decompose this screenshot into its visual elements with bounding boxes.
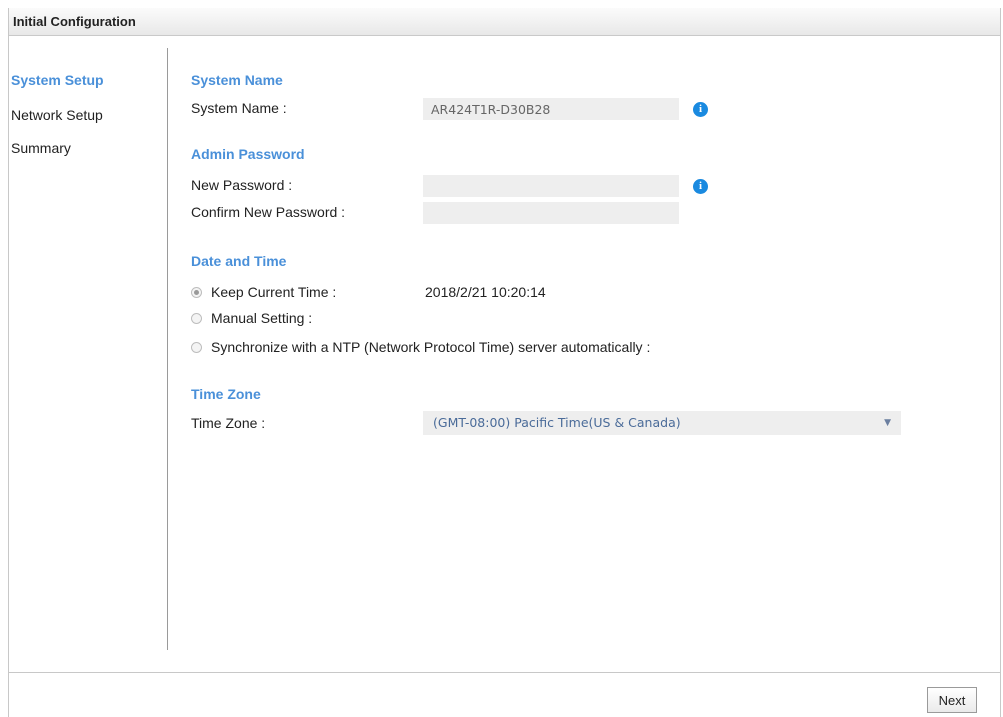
keep-current-time-label: Keep Current Time : — [211, 284, 337, 300]
confirm-password-field[interactable] — [423, 202, 679, 224]
sidebar-item-summary[interactable]: Summary — [11, 140, 71, 156]
time-zone-select[interactable]: (GMT-08:00) Pacific Time(US & Canada) ▼ — [423, 411, 901, 435]
new-password-label: New Password : — [191, 177, 293, 193]
ntp-sync-option[interactable]: Synchronize with a NTP (Network Protocol… — [191, 339, 650, 355]
radio-ntp-sync[interactable] — [191, 341, 202, 353]
dialog-frame: Initial Configuration System Setup Netwo… — [8, 8, 1001, 717]
system-name-input[interactable] — [423, 98, 679, 120]
new-password-field[interactable] — [423, 175, 679, 197]
admin-password-heading: Admin Password — [191, 146, 305, 162]
system-name-heading: System Name — [191, 72, 283, 88]
chevron-down-icon[interactable]: ▼ — [884, 411, 891, 435]
manual-setting-label: Manual Setting : — [211, 310, 313, 326]
sidebar-item-network-setup[interactable]: Network Setup — [11, 107, 103, 123]
manual-setting-option[interactable]: Manual Setting : — [191, 310, 312, 326]
confirm-password-label: Confirm New Password : — [191, 204, 346, 220]
sidebar-item-system-setup[interactable]: System Setup — [11, 72, 104, 88]
date-time-heading: Date and Time — [191, 253, 287, 269]
radio-manual-setting[interactable] — [191, 312, 202, 324]
next-button[interactable]: Next — [927, 687, 977, 713]
system-name-label: System Name : — [191, 100, 287, 116]
time-zone-label: Time Zone : — [191, 415, 266, 431]
footer-divider — [9, 672, 1000, 673]
time-zone-heading: Time Zone — [191, 386, 261, 402]
window-title: Initial Configuration — [9, 8, 1000, 36]
sidebar-divider — [167, 48, 168, 650]
time-zone-selected: (GMT-08:00) Pacific Time(US & Canada) — [433, 415, 681, 430]
info-icon[interactable]: i — [693, 179, 708, 194]
radio-keep-current-time[interactable] — [191, 286, 202, 298]
current-time-value: 2018/2/21 10:20:14 — [425, 284, 546, 300]
ntp-sync-label: Synchronize with a NTP (Network Protocol… — [211, 339, 651, 355]
keep-current-time-option[interactable]: Keep Current Time : — [191, 284, 336, 300]
info-icon[interactable]: i — [693, 102, 708, 117]
